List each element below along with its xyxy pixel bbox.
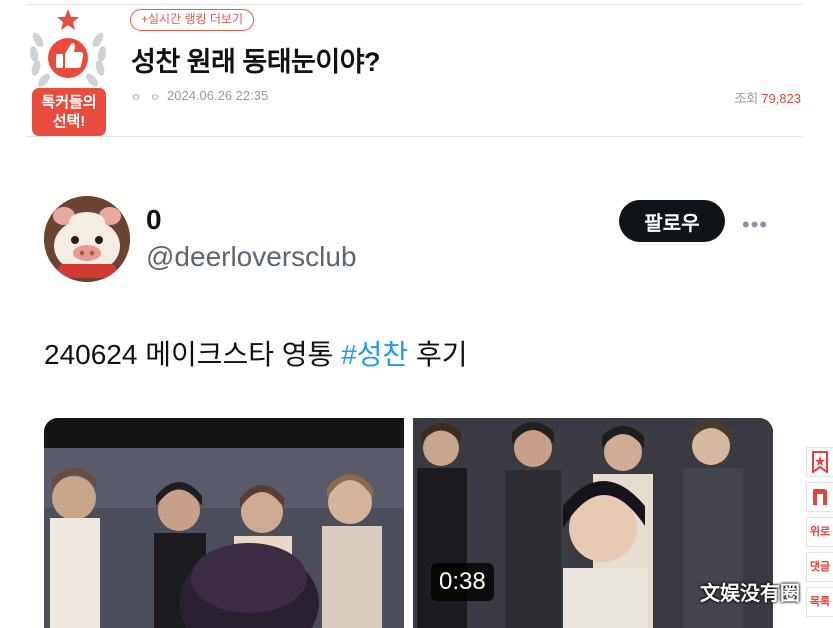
n-logo-icon [813,489,827,505]
talkers-choice-badge: 톡커들의 선택! [26,8,110,136]
avatar[interactable] [44,196,130,282]
comments-button[interactable]: 댓글 [806,552,833,582]
post-date: 2024.06.26 22:35 [167,88,269,103]
header-divider [26,136,802,137]
realtime-ranking-link[interactable]: +실시간 랭킹 더보기 [130,9,254,31]
tweet-text-suffix: 후기 [408,339,468,370]
top-divider [26,4,802,5]
badge-line-2: 선택! [52,113,86,130]
talkers-choice-label: 톡커들의 선택! [32,88,106,136]
views-number: 79,823 [761,91,801,106]
media-image-1 [44,418,404,628]
hashtag-link[interactable]: #성찬 [341,339,408,370]
view-count: 조회 79,823 [734,88,801,107]
tweet-display-name[interactable]: 0 [146,204,162,236]
tweet-text-prefix: 240624 메이크스타 영통 [44,339,342,370]
video-duration-badge: 0:38 [431,563,494,601]
laurel-thumbs-up-icon [29,9,107,87]
follow-button[interactable]: 팔로우 [619,200,725,242]
author-name[interactable]: ㅇ ㅇ [131,89,163,105]
media-thumbnail-1[interactable] [44,418,404,628]
bookmark-button[interactable] [806,447,833,477]
watermark-text: 文娱没有圈 [700,583,800,605]
tweet-handle[interactable]: @deerloversclub [146,241,357,273]
badge-line-1: 톡커들의 [41,94,97,111]
n-logo-button[interactable] [806,482,833,512]
more-horizontal-icon[interactable]: ••• [742,212,768,238]
views-label: 조회 [734,91,759,106]
list-button[interactable]: 목록 [806,587,833,617]
scroll-top-button[interactable]: 위로 [806,517,833,547]
tweet-text: 240624 메이크스타 영통 #성찬 후기 [44,333,468,373]
bookmark-icon [812,451,828,474]
avatar-image [44,196,130,282]
post-title: 성찬 원래 동태눈이야? [131,47,381,77]
